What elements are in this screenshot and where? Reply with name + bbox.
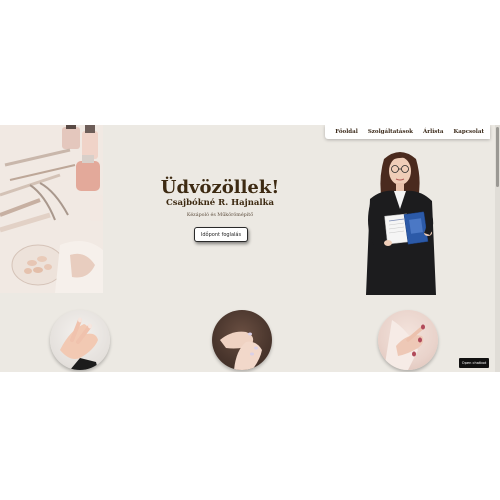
- service-image-nail-art: [212, 310, 272, 370]
- website-viewport: Üdvözöllek! Csajbókné R. Hajnalka Kézápo…: [0, 125, 500, 372]
- service-image-manicure: [50, 310, 110, 370]
- top-navigation: Főoldal Szolgáltatások Árlista Kapcsolat: [325, 125, 490, 139]
- owner-photo: [362, 149, 452, 295]
- nav-item-services[interactable]: Szolgáltatások: [368, 129, 413, 135]
- hero-name: Csajbókné R. Hajnalka: [165, 198, 275, 208]
- hands-illustration-1: [60, 317, 98, 370]
- owner-illustration: [366, 152, 436, 295]
- scrollbar-thumb[interactable]: [496, 127, 499, 187]
- nav-item-prices[interactable]: Árlista: [423, 129, 444, 135]
- nail-tools-illustration: [0, 125, 103, 293]
- nail-tools-photo: [0, 125, 103, 293]
- hero-title: Üdvözöllek!: [160, 177, 280, 198]
- book-appointment-button[interactable]: Időpont foglalás: [194, 227, 248, 242]
- page-scrollbar[interactable]: [495, 125, 500, 372]
- hands-illustration-3: [384, 320, 425, 370]
- nav-item-contact[interactable]: Kapcsolat: [454, 129, 485, 135]
- hero-tagline: Kézápoló és Műkörömépítő: [186, 213, 254, 218]
- nav-item-home[interactable]: Főoldal: [335, 129, 358, 135]
- open-chatbot-button[interactable]: Open chatbot: [459, 358, 489, 368]
- hands-illustration-2: [220, 331, 262, 370]
- service-image-gel-nails: [378, 310, 438, 370]
